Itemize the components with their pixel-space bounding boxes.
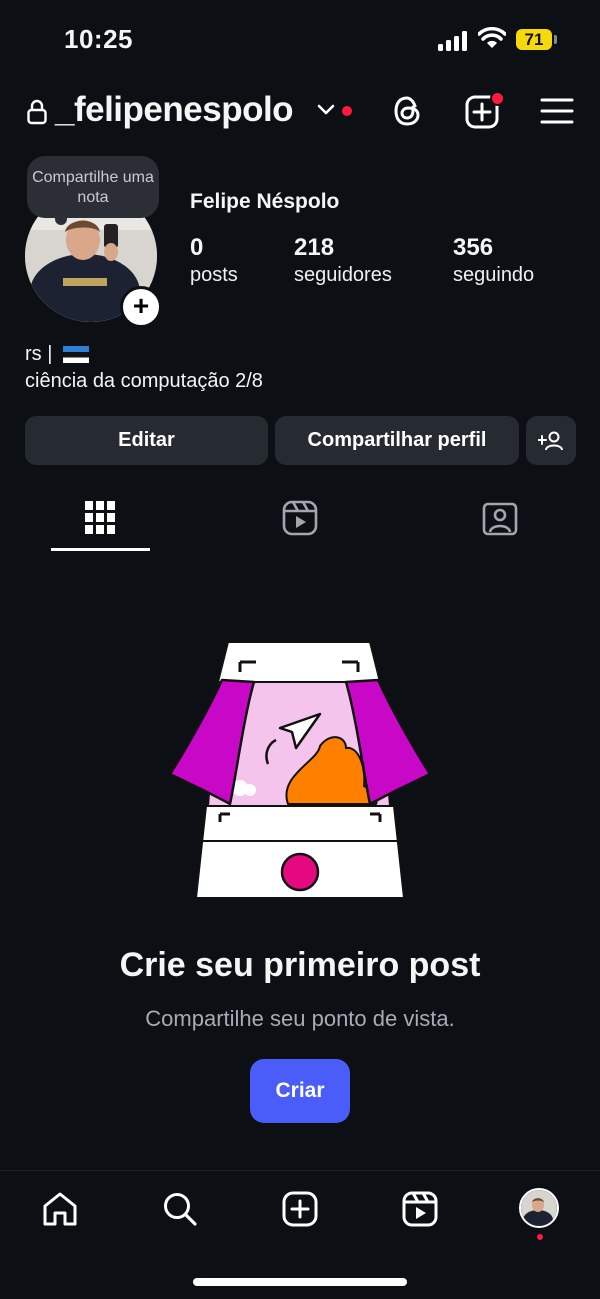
profile-notification-dot — [537, 1234, 543, 1240]
threads-icon[interactable] — [391, 93, 425, 129]
stat-followers-value[interactable]: 218 — [294, 234, 334, 262]
active-tab-indicator — [51, 548, 150, 551]
stat-posts-label[interactable]: posts — [190, 264, 238, 287]
add-person-icon — [537, 431, 563, 451]
home-icon[interactable] — [42, 1191, 78, 1227]
edit-profile-button[interactable]: Editar — [25, 416, 268, 465]
profile-full-name: Felipe Néspolo — [190, 190, 340, 213]
grid-icon[interactable] — [85, 501, 115, 535]
bio-line-2: ciência da computação 2/8 — [25, 370, 263, 392]
add-story-plus-icon[interactable]: + — [120, 286, 162, 328]
account-notification-dot — [342, 106, 352, 116]
reels-icon[interactable] — [282, 500, 318, 536]
camera-illustration — [168, 641, 432, 899]
note-bubble[interactable]: Compartilhe uma nota — [27, 156, 159, 225]
tagged-icon[interactable] — [482, 500, 518, 536]
reels-nav-icon[interactable] — [402, 1191, 438, 1227]
share-profile-button[interactable]: Compartilhar perfil — [275, 416, 519, 465]
create-notification-dot — [490, 91, 505, 106]
lock-icon — [27, 99, 47, 125]
stat-following-value[interactable]: 356 — [453, 234, 493, 262]
status-time: 10:25 — [64, 24, 133, 54]
create-post-button[interactable]: Criar — [250, 1059, 350, 1123]
bio-line-1: rs | — [25, 343, 53, 365]
create-icon[interactable] — [282, 1191, 318, 1227]
battery-icon: 71 — [516, 29, 552, 50]
chevron-down-icon[interactable] — [317, 104, 335, 116]
estonia-flag-icon — [63, 346, 89, 363]
empty-state-subtitle: Compartilhe seu ponto de vista. — [145, 1006, 455, 1031]
stat-following-label[interactable]: seguindo — [453, 264, 534, 287]
search-icon[interactable] — [162, 1191, 198, 1227]
bottom-nav-divider — [0, 1170, 600, 1171]
avatar-thumbnail — [521, 1190, 557, 1226]
cellular-signal-icon — [438, 31, 467, 51]
empty-state-title: Crie seu primeiro post — [119, 946, 481, 984]
stat-posts-value[interactable]: 0 — [190, 234, 203, 262]
discover-people-button[interactable] — [526, 416, 576, 465]
wifi-icon — [478, 27, 506, 48]
battery-tip — [554, 35, 557, 44]
home-indicator — [193, 1278, 407, 1286]
stat-followers-label[interactable]: seguidores — [294, 264, 392, 287]
profile-username[interactable]: _felipenespolo — [55, 90, 294, 130]
profile-avatar[interactable] — [519, 1188, 559, 1228]
menu-icon[interactable] — [540, 97, 574, 125]
